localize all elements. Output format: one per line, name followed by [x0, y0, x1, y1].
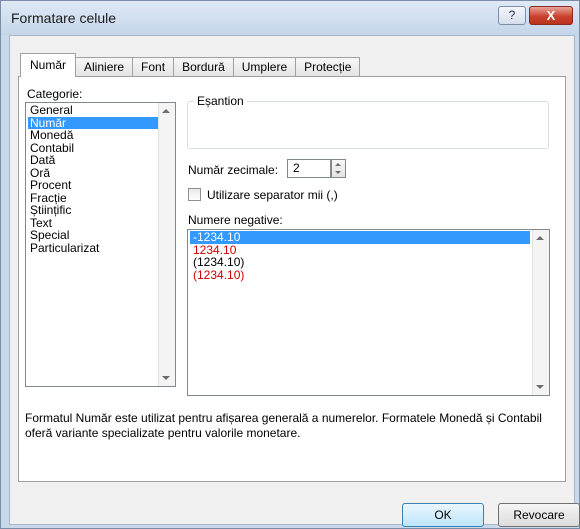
decimals-input[interactable]: 2: [287, 159, 331, 178]
category-item[interactable]: Particularizat: [28, 241, 158, 255]
number-tab-panel: Categorie: General Număr Monedă Contabil Dat…: [18, 76, 566, 482]
category-item[interactable]: Special: [28, 229, 158, 242]
spin-up-icon[interactable]: [335, 163, 341, 166]
scroll-down-icon[interactable]: [536, 385, 544, 389]
category-label: Categorie:: [27, 87, 83, 101]
thousands-separator-label: Utilizare separator mii (,): [207, 188, 338, 202]
tab-number[interactable]: Număr: [20, 53, 77, 77]
format-cells-dialog: Formatare celule ? X Număr Aliniere Font…: [0, 0, 580, 529]
sample-group: Eșantion: [187, 94, 549, 149]
help-button[interactable]: ?: [498, 6, 526, 25]
scroll-up-icon[interactable]: [536, 236, 544, 240]
decimals-label: Număr zecimale:: [188, 163, 279, 177]
category-item[interactable]: General: [28, 104, 158, 117]
dialog-title: Formatare celule: [11, 10, 117, 26]
format-description: Formatul Număr este utilizat pentru afiș…: [25, 411, 542, 440]
category-item[interactable]: Științific: [28, 204, 158, 217]
negative-number-option[interactable]: (1234.10): [190, 256, 530, 269]
tab-font[interactable]: Font: [132, 57, 175, 77]
tab-protection[interactable]: Protecție: [295, 57, 361, 77]
thousands-separator-checkbox[interactable]: [188, 188, 201, 201]
category-scrollbar[interactable]: [158, 103, 175, 386]
negative-number-option[interactable]: (1234.10): [190, 268, 530, 282]
close-button[interactable]: X: [529, 6, 573, 25]
category-list[interactable]: General Număr Monedă Contabil Dată Oră Procent…: [25, 102, 176, 387]
sample-label: Eșantion: [194, 94, 247, 108]
category-items: General Număr Monedă Contabil Dată Oră Procent…: [28, 104, 158, 254]
tab-alignment[interactable]: Aliniere: [75, 57, 134, 77]
scroll-down-icon[interactable]: [162, 376, 170, 380]
negative-number-option[interactable]: -1234.10: [190, 231, 530, 244]
category-item[interactable]: Procent: [28, 179, 158, 192]
category-item[interactable]: Monedă: [28, 129, 158, 142]
spin-down-icon[interactable]: [335, 171, 341, 174]
title-bar[interactable]: Formatare celule ? X: [1, 1, 579, 35]
negative-numbers-list[interactable]: -1234.10 1234.10 (1234.10) (1234.10): [187, 229, 550, 396]
dialog-body: Număr Aliniere Font Bordură Umplere Prot…: [9, 35, 580, 527]
negative-numbers-label: Numere negative:: [188, 213, 283, 227]
scroll-up-icon[interactable]: [162, 109, 170, 113]
category-item[interactable]: Dată: [28, 154, 158, 167]
ok-button[interactable]: OK: [402, 503, 484, 527]
tab-border[interactable]: Bordură: [173, 57, 234, 77]
decimals-spinner[interactable]: [331, 159, 346, 178]
negative-number-items: -1234.10 1234.10 (1234.10) (1234.10): [190, 231, 530, 281]
cancel-button[interactable]: Revocare: [498, 503, 580, 527]
tab-strip: Număr Aliniere Font Bordură Umplere Prot…: [20, 53, 361, 77]
negative-numbers-scrollbar[interactable]: [532, 230, 549, 395]
tab-fill[interactable]: Umplere: [232, 57, 297, 77]
